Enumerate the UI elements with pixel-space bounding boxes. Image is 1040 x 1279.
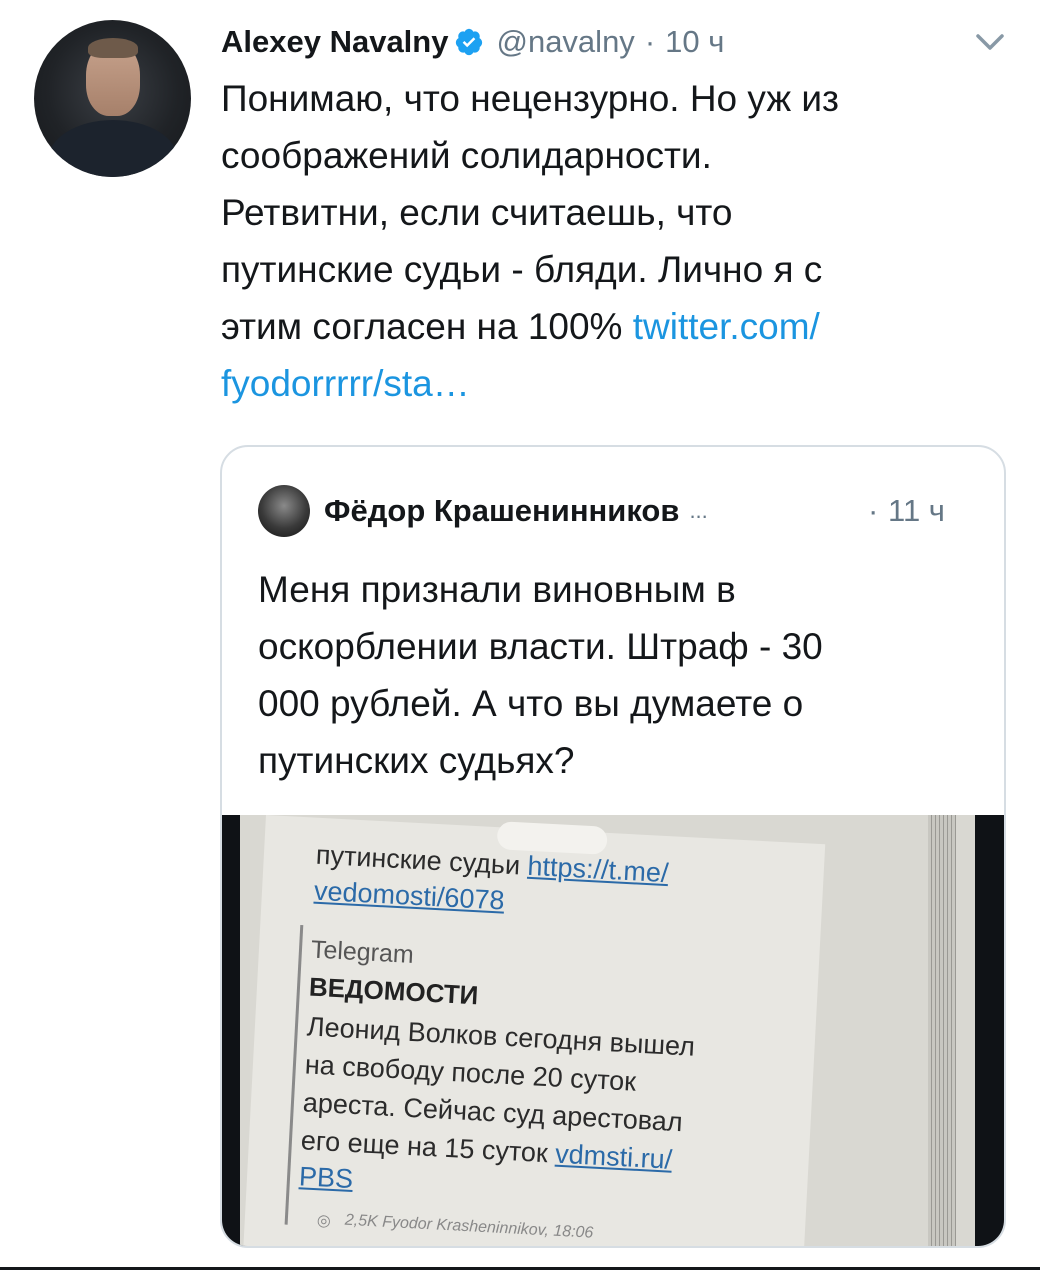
tweet-header: Alexey Navalny @navalny · 10 ч [221,20,724,64]
author-name[interactable]: Alexey Navalny [221,24,448,60]
quoted-author-avatar[interactable] [258,485,310,537]
header-separator: · [644,24,656,59]
tweet-text-line: Понимаю, что нецензурно. Но уж из [221,78,839,119]
tweet-timestamp[interactable]: 10 ч [665,24,724,60]
quoted-header-separator: · [868,493,879,528]
quoted-tweet[interactable]: Фёдор Крашенинников ... · 11 ч Меня приз… [220,445,1006,1248]
tweet-link-continued[interactable]: fyodorrrrr/sta… [221,363,470,404]
photo-text: путинские судьи [315,839,529,881]
photo-text: его еще на 15 суток [300,1125,557,1169]
tweet-link[interactable]: twitter.com/ [633,306,820,347]
photo-screen-content: путинские судьи https://t.me/ vedomosti/… [243,815,826,1246]
tweet-text-segment: этим согласен на 100% [221,306,633,347]
photo-link: PBS [298,1161,354,1195]
photo-text-line: PBS [298,1161,354,1195]
bottom-divider [0,1267,1040,1270]
eye-icon: ◎ [316,1212,332,1230]
quoted-text-line: путинских судьях? [258,740,575,781]
quoted-text-line: оскорблении власти. Штраф - 30 [258,626,823,667]
photo-text-line: vedomosti/6078 [313,876,505,917]
quoted-tweet-text: Меня признали виновным в оскорблении вла… [258,561,978,789]
photo-link: https://t.me/ [526,850,670,889]
quoted-tweet-photo[interactable]: путинские судьи https://t.me/ vedomosti/… [222,815,1004,1246]
verified-badge-icon [456,28,483,56]
chevron-down-icon[interactable] [970,28,1010,56]
quoted-tweet-timestamp[interactable]: 11 ч [888,493,945,529]
photo-channel-label: Telegram [310,935,415,969]
quoted-tweet-header: Фёдор Крашенинников ... [258,483,708,539]
photo-link: vedomosti/6078 [313,875,506,916]
author-avatar[interactable] [34,20,191,177]
author-handle[interactable]: @navalny [496,24,634,60]
photo-meta: 2,5K Fyodor Krasheninnikov, 18:06 [344,1211,594,1242]
tweet[interactable]: Alexey Navalny @navalny · 10 ч Понимаю, … [0,0,1040,1279]
quoted-text-line: Меня признали виновным в [258,569,736,610]
tweet-text-line: путинские судьи - бляди. Лично я с [221,249,823,290]
quoted-author-name[interactable]: Фёдор Крашенинников [324,493,679,529]
photo-link: vdmsti.ru/ [554,1138,673,1175]
avatar-figure-hair [88,38,138,58]
photo-paper-stack [928,815,956,1246]
tweet-text-line: соображений солидарности. [221,135,712,176]
photo-channel-title: ВЕДОМОСТИ [308,971,480,1011]
tweet-text: Понимаю, что нецензурно. Но уж из сообра… [221,70,1011,412]
avatar-figure-body [48,120,178,177]
quoted-text-line: 000 рублей. А что вы думаете о [258,683,804,724]
quoted-author-ellipsis: ... [689,498,708,523]
tweet-text-line: Ретвитни, если считаешь, что [221,192,733,233]
tweet-text-line: этим согласен на 100% twitter.com/ [221,298,1011,355]
tweet-text-line: fyodorrrrr/sta… [221,355,1011,412]
